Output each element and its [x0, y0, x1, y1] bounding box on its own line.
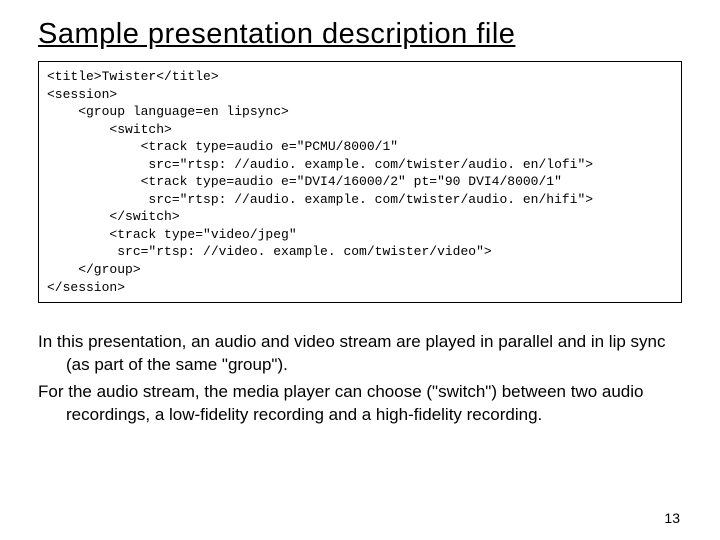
paragraph-2: For the audio stream, the media player c…	[38, 381, 682, 427]
page-number: 13	[664, 510, 680, 526]
paragraph-1: In this presentation, an audio and video…	[38, 331, 682, 377]
slide-title: Sample presentation description file	[38, 18, 682, 51]
code-sample-box: <title>Twister</title> <session> <group …	[38, 61, 682, 303]
body-text: In this presentation, an audio and video…	[38, 331, 682, 427]
